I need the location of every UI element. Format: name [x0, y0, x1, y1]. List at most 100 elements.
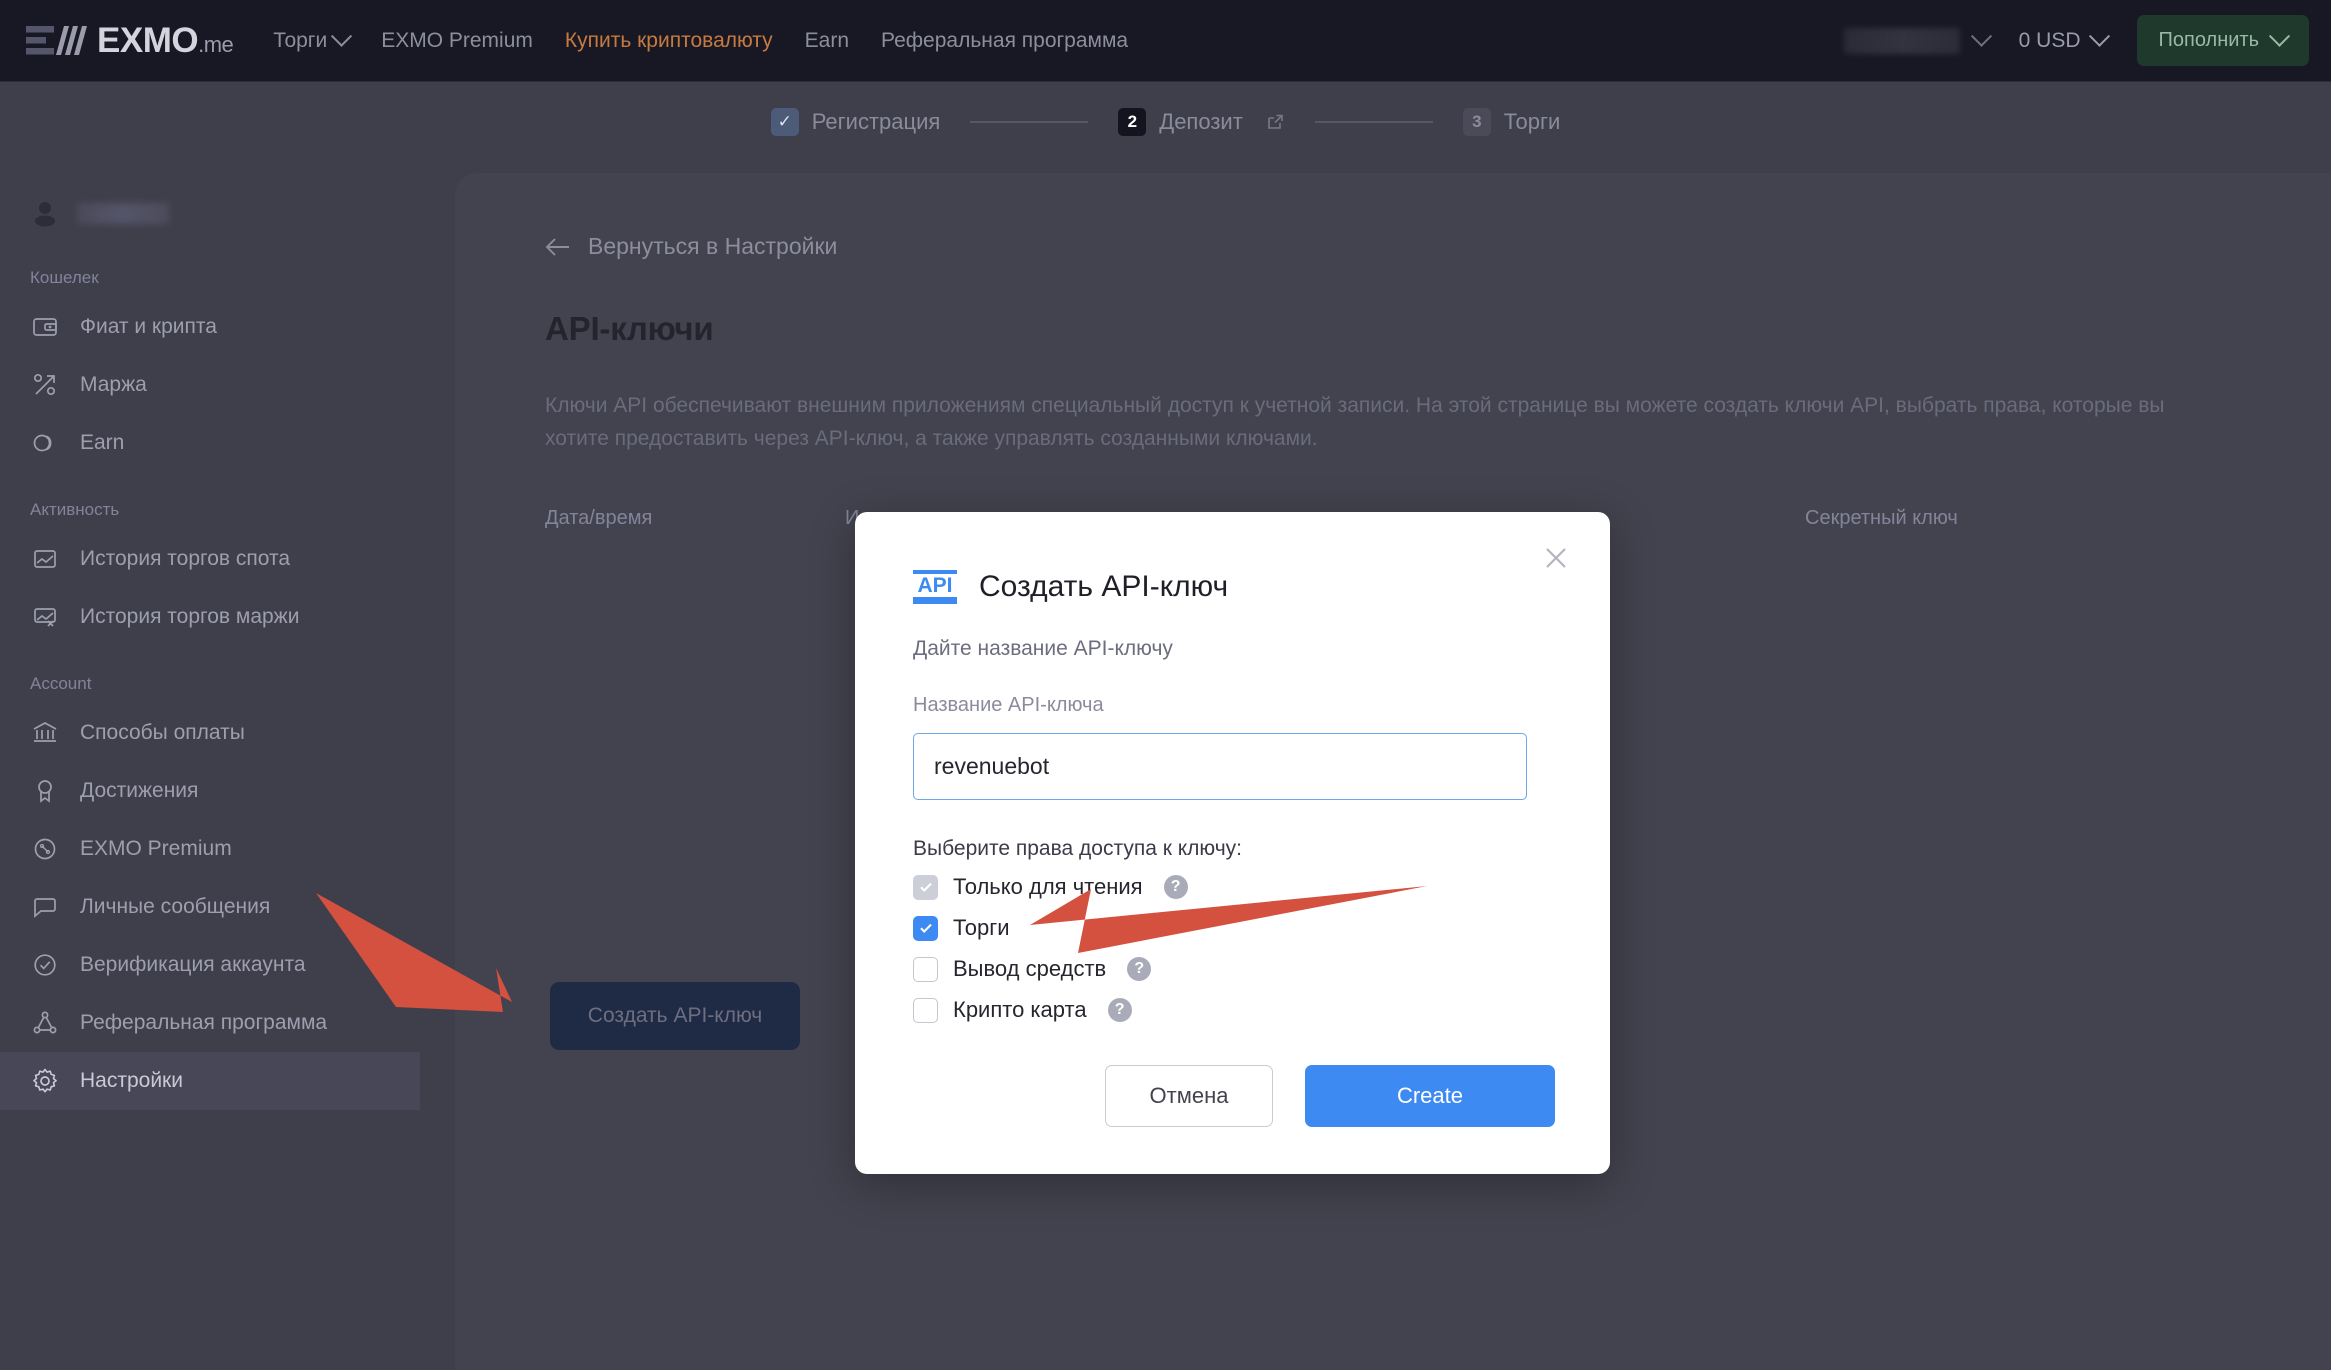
permission-row-trading[interactable]: Торги	[913, 915, 1555, 941]
sidebar-item-verification[interactable]: Верификация аккаунта	[0, 936, 420, 994]
permission-label: Крипто карта	[953, 997, 1087, 1022]
permission-label: Вывод средств	[953, 956, 1107, 981]
sidebar-item-label: Настройки	[80, 1069, 183, 1092]
step-label: Регистрация	[811, 109, 941, 134]
step-number-badge: ✓	[770, 108, 799, 136]
nav-item-buy-crypto[interactable]: Купить криптовалюту	[565, 29, 773, 53]
nav-label: Торги	[273, 28, 328, 52]
nav-label: Earn	[804, 28, 850, 52]
permission-row-readonly[interactable]: Только для чтения ?	[913, 874, 1555, 900]
sidebar-item-payment-methods[interactable]: Способы оплаты	[0, 704, 420, 762]
account-menu[interactable]	[1843, 25, 1992, 54]
sidebar-item-label: Способы оплаты	[80, 721, 245, 744]
create-button[interactable]: Create	[1305, 1065, 1555, 1127]
close-icon[interactable]	[1538, 540, 1574, 576]
help-icon[interactable]: ?	[1127, 957, 1152, 981]
sidebar-item-label: Маржа	[80, 373, 147, 396]
create-api-key-button[interactable]: Создать API-ключ	[550, 982, 800, 1050]
api-key-name-label: Название API-ключа	[913, 694, 1104, 716]
sidebar-item-margin[interactable]: Маржа	[0, 356, 420, 414]
cancel-button[interactable]: Отмена	[1105, 1065, 1273, 1127]
sidebar-item-spot-history[interactable]: История торгов спота	[0, 530, 420, 588]
sidebar-item-achievements[interactable]: Достижения	[0, 762, 420, 820]
sidebar-item-settings[interactable]: Настройки	[0, 1052, 420, 1110]
step-label: Депозит	[1159, 109, 1243, 134]
chevron-down-icon	[2088, 25, 2110, 47]
gear-icon	[33, 1068, 57, 1093]
sidebar-user[interactable]	[0, 186, 420, 240]
page-description: Ключи API обеспечивают внешним приложени…	[545, 394, 2165, 450]
step-deposit[interactable]: 2 Депозит	[1118, 108, 1285, 136]
permission-row-crypto-card[interactable]: Крипто карта ?	[913, 997, 1555, 1023]
step-label: Торги	[1503, 109, 1561, 134]
sidebar-item-label: Личные сообщения	[80, 895, 271, 918]
checkbox-crypto-card[interactable]	[913, 997, 938, 1023]
help-icon[interactable]: ?	[1163, 875, 1188, 899]
top-navigation-bar: EXMO.me Торги EXMO Premium Купить крипто…	[0, 0, 2331, 82]
modal-subtitle: Дайте название API-ключу	[913, 637, 1173, 660]
percent-circle-icon	[34, 838, 56, 860]
sidebar-item-earn[interactable]: Earn	[0, 414, 420, 472]
arrow-left-icon	[545, 237, 569, 256]
sidebar-item-fiat-crypto[interactable]: Фиат и крипта	[0, 298, 420, 356]
top-right-group: 0 USD Пополнить	[1843, 15, 2309, 66]
checkbox-withdraw[interactable]	[913, 956, 938, 982]
check-circle-icon	[34, 954, 56, 976]
logo-wordmark: EXMO.me	[97, 21, 234, 60]
percent-arrow-icon	[33, 373, 56, 396]
chevron-down-icon	[1970, 25, 1992, 47]
step-registration[interactable]: ✓ Регистрация	[770, 108, 941, 136]
api-badge-icon: API	[913, 570, 957, 604]
column-header-secret: Секретный ключ	[1805, 507, 1958, 530]
exmo-logo-icon	[26, 25, 87, 55]
permission-label: Торги	[953, 915, 1010, 940]
checkbox-trading[interactable]	[913, 915, 938, 941]
permissions-list: Только для чтения ? Торги Вывод средств …	[913, 874, 1555, 1023]
api-key-name-input[interactable]	[913, 733, 1527, 800]
step-trading[interactable]: 3 Торги	[1462, 108, 1561, 136]
sidebar: Кошелек Фиат и крипта Маржа Earn Активно…	[0, 162, 420, 1370]
sidebar-item-exmo-premium[interactable]: EXMO Premium	[0, 820, 420, 878]
coins-icon	[33, 434, 52, 452]
nav-item-earn[interactable]: Earn	[805, 29, 849, 53]
checkbox-readonly[interactable]	[913, 874, 938, 900]
step-connector	[1314, 121, 1433, 123]
onboarding-stepper: ✓ Регистрация 2 Депозит 3 Торги	[0, 82, 2331, 162]
modal-header: API Создать API-ключ	[913, 570, 1555, 604]
sidebar-item-label: История торгов спота	[80, 547, 291, 570]
message-icon	[34, 898, 56, 918]
permission-row-withdraw[interactable]: Вывод средств ?	[913, 956, 1555, 982]
deposit-button[interactable]: Пополнить	[2136, 15, 2309, 66]
step-number-badge: 3	[1462, 108, 1491, 136]
sidebar-item-messages[interactable]: Личные сообщения	[0, 878, 420, 936]
chevron-down-icon	[331, 25, 353, 47]
nav-item-referral[interactable]: Реферальная программа	[881, 29, 1128, 53]
sidebar-group-title-account: Account	[30, 674, 92, 693]
redacted-username	[1843, 27, 1960, 54]
main-nav: Торги EXMO Premium Купить криптовалюту E…	[273, 25, 1128, 53]
medal-icon	[38, 780, 52, 803]
exmo-logo[interactable]: EXMO.me	[26, 21, 234, 61]
sidebar-item-label: Фиат и крипта	[80, 315, 217, 338]
back-to-settings-link[interactable]: Вернуться в Настройки	[545, 233, 2331, 260]
balance-selector[interactable]: 0 USD	[2019, 25, 2110, 53]
nav-label: EXMO Premium	[381, 28, 533, 52]
column-header-datetime: Дата/время	[545, 507, 653, 530]
sidebar-item-label: Реферальная программа	[80, 1011, 328, 1034]
avatar-icon	[35, 202, 55, 227]
sidebar-item-referral[interactable]: Реферальная программа	[0, 994, 420, 1052]
create-api-key-modal: API Создать API-ключ Дайте название API-…	[855, 512, 1610, 1174]
redacted-username	[77, 202, 169, 224]
sidebar-item-label: Достижения	[80, 779, 199, 802]
wallet-icon	[33, 318, 57, 336]
nav-item-trading[interactable]: Торги	[273, 25, 353, 53]
sidebar-item-label: EXMO Premium	[80, 837, 232, 860]
help-icon[interactable]: ?	[1107, 998, 1132, 1022]
permission-label: Только для чтения	[953, 874, 1143, 899]
nav-item-premium[interactable]: EXMO Premium	[381, 29, 533, 53]
sidebar-item-margin-history[interactable]: История торгов маржи	[0, 588, 420, 646]
permissions-title: Выберите права доступа к ключу:	[913, 837, 1242, 860]
deposit-label: Пополнить	[2158, 29, 2259, 51]
sidebar-item-label: Верификация аккаунта	[80, 953, 306, 976]
back-link-label: Вернуться в Настройки	[588, 233, 838, 259]
